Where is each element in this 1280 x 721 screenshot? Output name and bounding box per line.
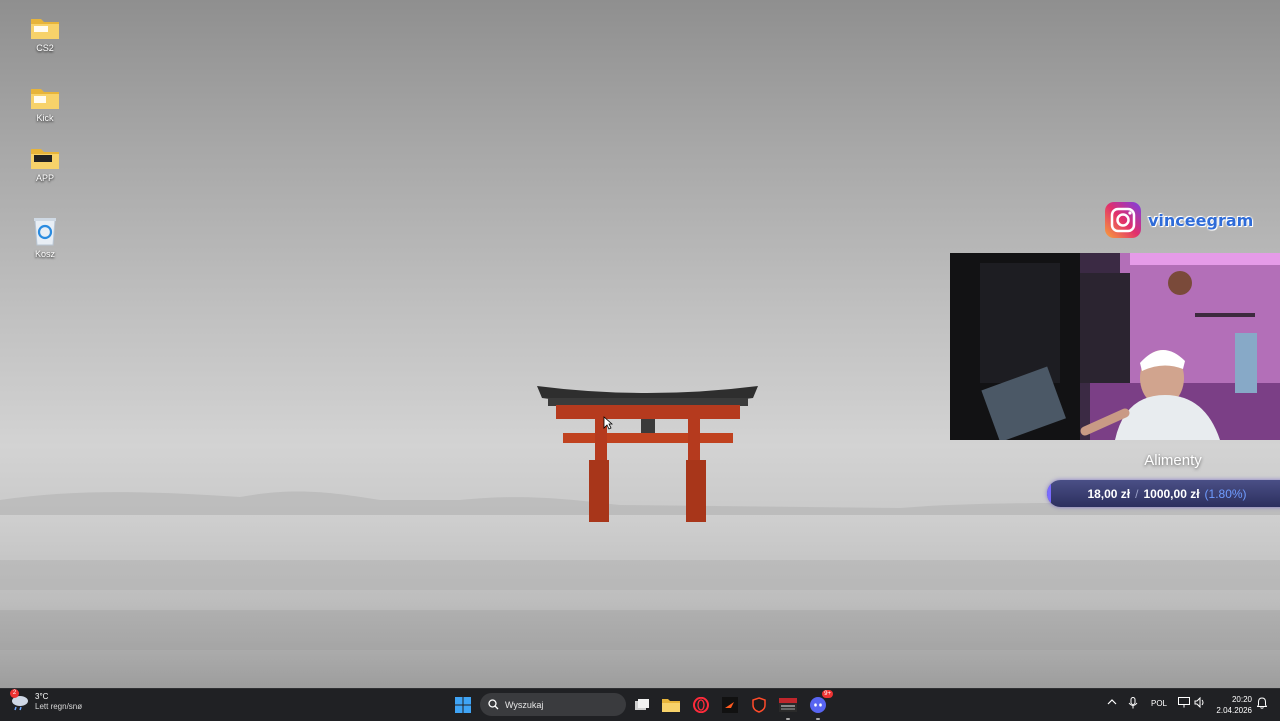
folder-icon xyxy=(31,149,59,169)
desktop-icon-label: APP xyxy=(35,173,54,183)
desktop-icon-cs2[interactable]: CS2 xyxy=(18,16,72,53)
desktop-icon-app[interactable]: APP xyxy=(18,146,72,183)
taskbar-app-dark[interactable] xyxy=(718,693,742,717)
tray-volume[interactable] xyxy=(1194,697,1206,708)
instagram-handle: vinceegram xyxy=(1148,210,1254,230)
taskbar-app-file-explorer[interactable] xyxy=(659,693,683,717)
app-icon xyxy=(722,697,738,713)
tray-show-hidden-icons[interactable] xyxy=(1107,697,1117,707)
taskbar-search-box[interactable]: Wyszukaj xyxy=(480,693,626,716)
goal-percent: (1.80%) xyxy=(1204,486,1247,501)
desktop-icon-label: CS2 xyxy=(36,43,54,53)
tray-microphone[interactable] xyxy=(1128,697,1138,709)
shield-icon xyxy=(752,697,766,713)
desktop-icon-kick[interactable]: Kick xyxy=(18,86,72,123)
weather-badge: 2 xyxy=(10,689,19,698)
weather-temperature: 3°C xyxy=(35,692,49,701)
taskbar-app-task-view[interactable] xyxy=(630,693,654,717)
search-icon xyxy=(488,699,499,710)
microphone-icon xyxy=(1128,697,1138,709)
tray-network[interactable] xyxy=(1178,697,1190,708)
goal-target-amount: 1000,00 zł xyxy=(1143,486,1200,501)
clock-time: 20:20 xyxy=(1231,695,1252,704)
desktop-icon-recycle-bin[interactable]: Kosz xyxy=(18,216,72,259)
weather-condition: Lett regn/snø xyxy=(35,702,83,711)
donation-goal-fill xyxy=(1047,480,1052,507)
weather-widget[interactable]: 3°C Lett regn/snø xyxy=(10,692,82,712)
windows-logo-icon xyxy=(455,697,471,713)
task-view-icon xyxy=(635,699,649,710)
search-placeholder: Wyszukaj xyxy=(505,699,544,710)
folder-icon xyxy=(31,19,59,39)
volume-icon xyxy=(1194,697,1204,708)
mouse-cursor-icon xyxy=(603,416,613,430)
donation-goal-title: Alimenty xyxy=(1144,452,1202,469)
instagram-icon xyxy=(1105,202,1141,238)
discord-icon xyxy=(810,697,826,713)
taskbar-app-opera-gx[interactable] xyxy=(689,693,713,717)
chevron-up-icon xyxy=(1107,699,1117,705)
goal-current-amount: 18,00 zł xyxy=(1087,486,1131,501)
folder-icon xyxy=(662,699,680,712)
notification-bell-icon xyxy=(1257,697,1267,709)
taskbar-app-discord[interactable]: 9+ xyxy=(806,690,833,720)
donation-goal-progress-bar: 18,00 zł / 1000,00 zł (1.80%) xyxy=(1047,480,1280,507)
recycle-bin-icon xyxy=(34,218,56,246)
start-button[interactable] xyxy=(451,693,475,717)
desktop-icon-label: Kick xyxy=(36,113,54,123)
desktop-icon-label: Kosz xyxy=(34,249,55,259)
taskbar-app-voicemeeter[interactable] xyxy=(776,693,800,720)
tray-language[interactable]: POL xyxy=(1151,699,1167,708)
folder-icon xyxy=(31,89,59,109)
webcam-feed xyxy=(950,253,1280,440)
donation-goal-text: 18,00 zł / 1000,00 zł (1.80%) xyxy=(1087,487,1246,501)
tray-notifications[interactable] xyxy=(1257,697,1267,709)
instagram-overlay: vinceegram xyxy=(1104,201,1253,239)
clock-date: 2.04.2026 xyxy=(1216,706,1252,715)
network-icon xyxy=(1178,697,1190,708)
voicemeeter-icon xyxy=(779,698,797,712)
opera-icon xyxy=(693,697,709,713)
goal-separator: / xyxy=(1135,486,1139,501)
tray-clock[interactable]: 20:20 2.04.2026 xyxy=(1212,694,1252,716)
language-indicator: POL xyxy=(1151,699,1168,708)
taskbar: 3°C Lett regn/snø 2 Wyszukaj 9+ POL 20:2… xyxy=(0,688,1280,721)
taskbar-app-faceit[interactable] xyxy=(747,693,771,717)
discord-badge: 9+ xyxy=(822,690,833,698)
